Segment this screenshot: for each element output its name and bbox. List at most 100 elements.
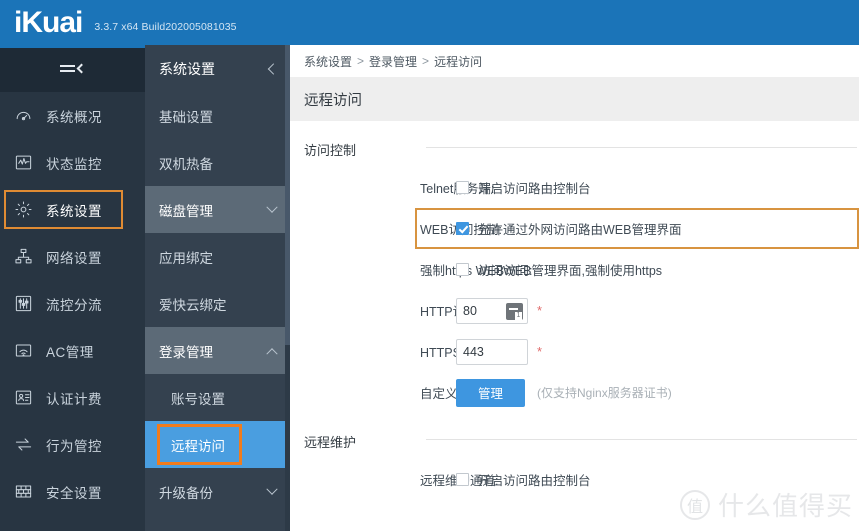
arrows-exchange-icon: [0, 435, 46, 454]
field-label: 自定义SSL证书:: [290, 383, 510, 402]
submenu-item-6[interactable]: 登录管理: [145, 327, 290, 374]
submenu-item-label: 登录管理: [159, 344, 213, 360]
port-input[interactable]: 443: [456, 338, 528, 365]
section-title: 访问控制: [304, 143, 357, 158]
checkbox[interactable]: [456, 181, 469, 194]
checkbox-label: 允许通过外网访问路由WEB管理界面: [478, 223, 682, 237]
primary-sidebar: 系统概况状态监控系统设置网络设置流控分流 AC管理认证计费行为管控安全设置高级应用: [0, 45, 145, 531]
submenu-item-8[interactable]: 远程访问: [145, 421, 290, 468]
submenu-item-5[interactable]: 爱快云绑定: [145, 280, 290, 327]
breadcrumb-separator: >: [422, 54, 430, 68]
firewall-icon: [0, 482, 46, 501]
field-control: 访问WEB管理界面,强制使用https: [456, 260, 662, 279]
submenu-item-1[interactable]: 基础设置: [145, 92, 290, 139]
sidebar-item-5[interactable]: 流控分流: [0, 280, 145, 327]
sidebar-nav-list: 系统概况状态监控系统设置网络设置流控分流 AC管理认证计费行为管控安全设置高级应用: [0, 92, 145, 531]
sidebar-item-label: 网络设置: [46, 250, 102, 266]
field-control: 管理 (仅支持Nginx服务器证书): [456, 378, 672, 407]
sidebar-item-label: 安全设置: [46, 485, 102, 501]
page-title: 远程访问: [290, 77, 859, 121]
sliders-icon: [0, 294, 46, 313]
form-row: 强制https WEB访问: 访问WEB管理界面,强制使用https: [290, 249, 859, 290]
required-marker: *: [537, 303, 543, 318]
submenu-item-4[interactable]: 应用绑定: [145, 233, 290, 280]
sidebar-item-label: AC管理: [46, 344, 94, 360]
submenu-item-2[interactable]: 双机热备: [145, 139, 290, 186]
submenu-item-7[interactable]: 账号设置: [145, 374, 290, 421]
field-label: 强制https WEB访问:: [420, 264, 533, 278]
breadcrumb-item-2[interactable]: 登录管理: [369, 53, 417, 70]
top-brand-bar: iKuai 3.3.7 x64 Build202005081035: [0, 0, 859, 45]
checkbox-label: 开启访问路由控制台: [478, 474, 591, 488]
section-header: 远程维护: [290, 413, 859, 451]
field-control: 开启访问路由控制台: [456, 470, 591, 489]
sidebar-item-8[interactable]: 行为管控: [0, 421, 145, 468]
submenu-item-10[interactable]: 硬件信息: [145, 515, 290, 531]
submenu-item-label: 基础设置: [159, 109, 213, 125]
field-hint: (仅支持Nginx服务器证书): [537, 386, 672, 400]
sidebar-item-3[interactable]: 系统设置: [0, 186, 145, 233]
hamburger-icon: [60, 62, 75, 75]
sidebar-item-label: 状态监控: [46, 156, 102, 172]
chevron-left-icon: [76, 63, 87, 74]
submenu-title: 系统设置: [159, 60, 215, 77]
section-header: 访问控制: [290, 121, 859, 159]
checkbox[interactable]: [456, 473, 469, 486]
field-label: 远程维护通道:: [290, 470, 498, 489]
submenu-item-3[interactable]: 磁盘管理: [145, 186, 290, 233]
field-control: 80 *: [456, 297, 543, 324]
breadcrumb-item-3[interactable]: 远程访问: [434, 53, 482, 70]
sidebar-item-4[interactable]: 网络设置: [0, 233, 145, 280]
network-icon: [0, 247, 46, 266]
dashboard-icon: [0, 106, 46, 125]
chevron-left-icon[interactable]: [267, 62, 280, 75]
submenu-item-label: 账号设置: [171, 391, 225, 407]
section-divider: [426, 439, 857, 440]
wifi-icon: [0, 341, 46, 360]
sidebar-item-10[interactable]: 高级应用: [0, 515, 145, 531]
breadcrumb-separator: >: [357, 54, 365, 68]
submenu-item-label: 双机热备: [159, 156, 213, 172]
form-row: Telnet服务端:开启访问路由控制台: [290, 167, 859, 208]
sidebar-item-1[interactable]: 系统概况: [0, 92, 145, 139]
checkbox-label: 开启访问路由控制台: [478, 182, 591, 196]
main-content: 系统设置 > 登录管理 > 远程访问 远程访问 访问控制Telnet服务端:开启…: [290, 45, 859, 531]
sidebar-item-label: 行为管控: [46, 438, 102, 454]
form-row: WEB访问控制:允许通过外网访问路由WEB管理界面: [290, 208, 859, 249]
chevron-down-icon: [266, 483, 278, 495]
sidebar-item-2[interactable]: 状态监控: [0, 139, 145, 186]
submenu-header[interactable]: 系统设置: [145, 45, 290, 92]
checkbox-checked[interactable]: [456, 222, 469, 235]
form-row: HTTPS访问端口:443 *: [290, 331, 859, 372]
port-input[interactable]: 80: [456, 297, 528, 324]
section-body: Telnet服务端:开启访问路由控制台WEB访问控制:允许通过外网访问路由WEB…: [290, 159, 859, 413]
submenu-item-label: 应用绑定: [159, 250, 213, 266]
sidebar-item-label: 系统概况: [46, 109, 102, 125]
sidebar-item-label: 流控分流: [46, 297, 102, 313]
checkbox[interactable]: [456, 263, 469, 276]
sidebar-item-6[interactable]: AC管理: [0, 327, 145, 374]
section-title: 远程维护: [304, 435, 357, 450]
sidebar-item-7[interactable]: 认证计费: [0, 374, 145, 421]
field-label: HTTPS访问端口:: [290, 342, 514, 361]
monitor-icon: [0, 153, 46, 172]
field-control: 开启访问路由控制台: [456, 178, 591, 197]
field-label: HTTP访问端口:: [290, 301, 506, 320]
form-row: 远程维护通道:开启访问路由控制台: [290, 459, 859, 500]
sidebar-item-label: 认证计费: [46, 391, 102, 407]
submenu-item-9[interactable]: 升级备份: [145, 468, 290, 515]
sidebar-item-label: 系统设置: [46, 203, 102, 219]
field-label: Telnet服务端:: [290, 178, 494, 197]
gear-icon: [0, 200, 46, 219]
field-control: 允许通过外网访问路由WEB管理界面: [456, 219, 681, 238]
submenu-item-label: 升级备份: [159, 485, 213, 501]
sidebar-item-9[interactable]: 安全设置: [0, 468, 145, 515]
form-row: HTTP访问端口:80 *: [290, 290, 859, 331]
checkbox-label: 访问WEB管理界面,强制使用https: [478, 264, 663, 278]
breadcrumb-item-1[interactable]: 系统设置: [304, 53, 352, 70]
section-body: 远程维护通道:开启访问路由控制台: [290, 451, 859, 500]
submenu-item-label: 爱快云绑定: [159, 297, 227, 313]
sidebar-collapse-button[interactable]: [0, 45, 145, 92]
port-input-value: 80: [463, 303, 477, 318]
manage-button[interactable]: 管理: [456, 378, 526, 407]
